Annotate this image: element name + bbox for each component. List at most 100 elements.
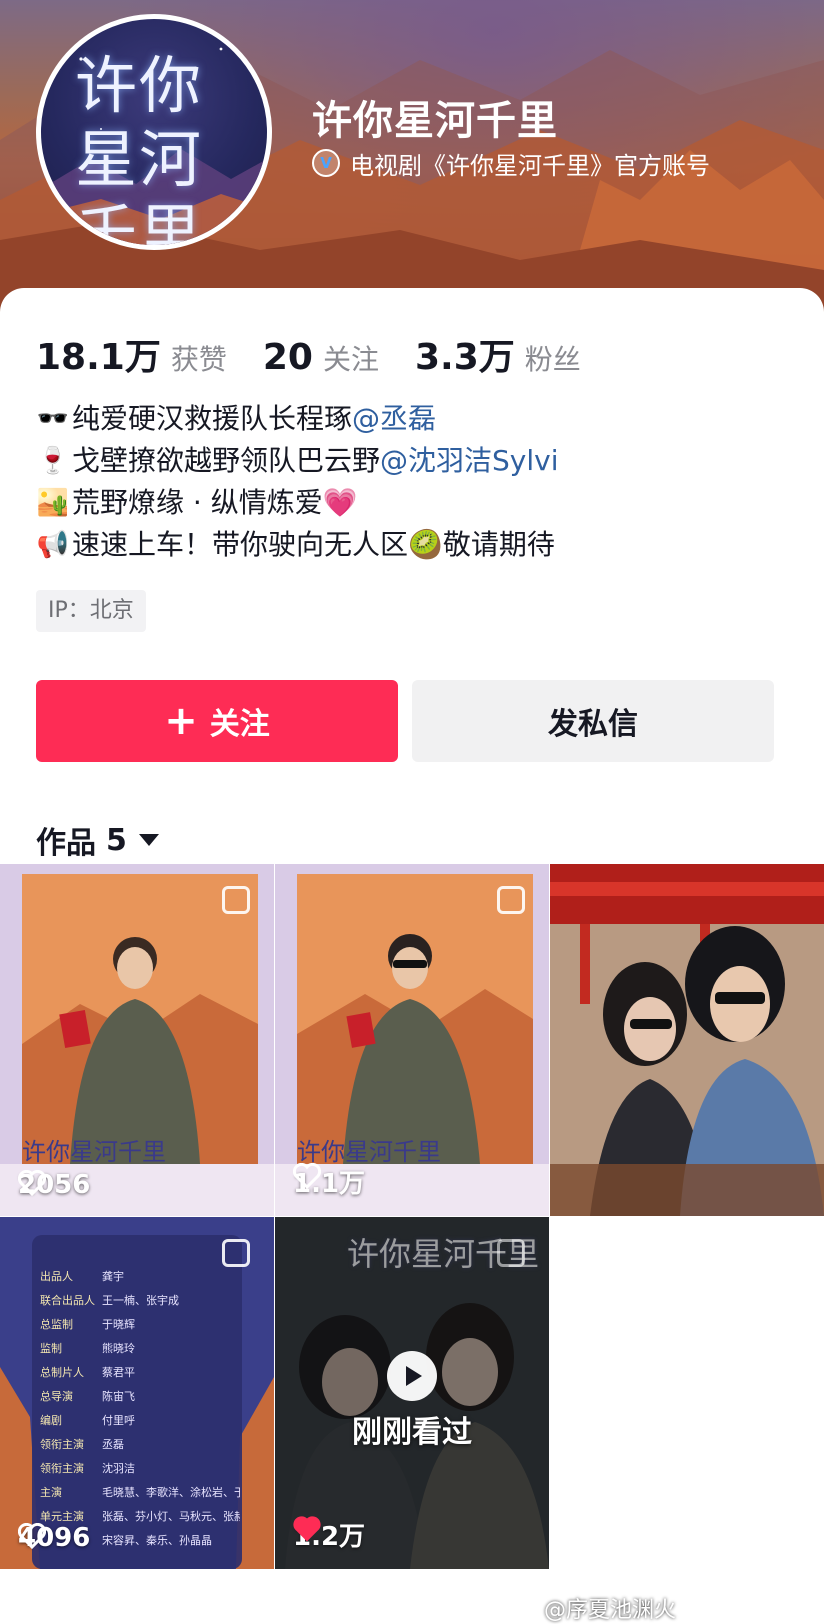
message-button[interactable]: 发私信 — [412, 680, 774, 762]
credit-role: 领衔主演 — [40, 1462, 84, 1475]
select-box-icon — [497, 886, 525, 914]
verified-badge-icon: V — [312, 149, 340, 177]
select-box-icon — [222, 886, 250, 914]
heart-icon — [293, 1516, 321, 1542]
video-tile[interactable] — [550, 864, 824, 1216]
credit-row: 联合出品人 王一楠、张宇成 — [40, 1289, 240, 1313]
video-tile[interactable]: 许你星河千里 2056 — [0, 864, 274, 1216]
credit-name: 沈羽洁 — [102, 1462, 135, 1475]
profile-header-banner: 许你星河千里 许你星河千里 V 电视剧《许你星河千里》官方账号 — [0, 0, 824, 320]
play-icon — [387, 1351, 437, 1401]
avatar[interactable]: 许你星河千里 — [36, 14, 272, 250]
megaphone-icon: 📢 — [36, 530, 70, 560]
mention-link[interactable]: @沈羽洁Sylvi — [380, 440, 558, 482]
video-tile[interactable]: 出品人 龚宇 联合出品人 王一楠、张宇成 总监制 于晓辉 监制 熊晓玲 总制片人 蔡君平 … — [0, 1217, 274, 1569]
bio: 🕶️ 纯爱硬汉救援队长程琢 @丞磊 🍷 戈壁撩欲越野领队巴云野 @沈羽洁Sylv… — [36, 398, 796, 566]
credit-role: 监制 — [40, 1342, 62, 1355]
bio-line: 🕶️ 纯爱硬汉救援队长程琢 @丞磊 — [36, 398, 796, 440]
credit-role: 主演 — [40, 1486, 62, 1499]
stats-row: 18.1万 获赞 20 关注 3.3万 粉丝 — [36, 328, 617, 380]
credit-row: 总导演 陈宙飞 — [40, 1385, 240, 1409]
video-tile[interactable]: 许你星河千里 1.1万 — [275, 864, 549, 1216]
credit-name: 丞磊 — [102, 1438, 124, 1451]
heart-icon — [18, 1523, 46, 1549]
credit-name: 张磊、芬小灯、马秋元、张赫 — [102, 1510, 240, 1523]
stat-label: 获赞 — [170, 343, 227, 376]
heart-emoji-icon: 💗 — [322, 486, 358, 519]
caret-down-icon — [138, 834, 159, 846]
account-name: 许你星河千里 — [312, 98, 558, 144]
ip-location-tag: IP：北京 — [36, 590, 146, 632]
credit-row: 编剧 付里呼 — [40, 1409, 240, 1433]
credit-name: 龚宇 — [102, 1270, 124, 1283]
stat-label: 关注 — [322, 343, 379, 376]
like-count: 1.1万 — [293, 1163, 365, 1200]
credit-role: 总导演 — [40, 1390, 73, 1403]
stat-likes[interactable]: 18.1万 获赞 — [36, 328, 227, 380]
credit-name: 熊晓玲 — [102, 1342, 135, 1355]
bio-line: 🏜️ 荒野燎缘 · 纵情炼爱 💗 — [36, 482, 796, 524]
video-tile[interactable]: 许你星河千里 刚刚看过 1.2万 — [275, 1217, 549, 1569]
sunglasses-icon: 🕶️ — [36, 404, 70, 434]
heart-icon — [293, 1163, 321, 1189]
credit-role: 总制片人 — [40, 1366, 84, 1379]
credit-name: 宋容昇、秦乐、孙晶晶 — [102, 1534, 212, 1547]
stat-followers[interactable]: 3.3万 粉丝 — [415, 328, 581, 380]
credit-role: 领衔主演 — [40, 1438, 84, 1451]
follow-button[interactable]: + 关注 — [36, 680, 398, 762]
like-count: 1.2万 — [293, 1516, 365, 1553]
poster-title: 许你星河千里 — [22, 1138, 166, 1166]
credit-row: 总制片人 蔡君平 — [40, 1361, 240, 1385]
stat-following[interactable]: 20 关注 — [263, 337, 379, 378]
stat-label: 粉丝 — [524, 343, 581, 376]
plus-icon: + — [164, 698, 198, 744]
credit-row: 总监制 于晓辉 — [40, 1313, 240, 1337]
weibo-watermark: @序夏池渊火 — [544, 1592, 676, 1624]
message-label: 发私信 — [548, 707, 638, 742]
credit-name: 蔡君平 — [102, 1366, 135, 1379]
poster-title: 许你星河千里 — [297, 1138, 441, 1166]
bio-line: 📢 速速上车！带你驶向无人区🥝敬请期待 — [36, 524, 796, 566]
credit-row: 主演 毛晓慧、李歌洋、涂松岩、于毅 — [40, 1481, 240, 1505]
verification-row: V 电视剧《许你星河千里》官方账号 — [312, 148, 710, 180]
bio-text: 纯爱硬汉救援队长程琢 — [72, 402, 353, 435]
credit-row: 领衔主演 丞磊 — [40, 1433, 240, 1457]
credit-name: 于晓辉 — [102, 1318, 135, 1331]
heart-icon — [18, 1170, 46, 1196]
stat-number: 18.1万 — [36, 337, 161, 378]
credit-row: 出品人 龚宇 — [40, 1265, 240, 1289]
verification-text: 电视剧《许你星河千里》官方账号 — [350, 151, 710, 180]
wine-glass-icon: 🍷 — [36, 446, 70, 476]
select-box-icon — [497, 1239, 525, 1267]
watermark-text: @序夏池渊火 — [544, 1598, 677, 1623]
avatar-logo-text: 许你星河千里 — [75, 49, 204, 250]
works-count: 5 — [106, 822, 127, 858]
recently-watched-label: 刚刚看过 — [352, 1415, 472, 1450]
works-tab[interactable]: 作品 5 — [36, 818, 159, 862]
like-count: 4096 — [18, 1523, 90, 1553]
credit-name: 付里呼 — [102, 1414, 135, 1427]
mention-link[interactable]: @丞磊 — [352, 398, 436, 440]
works-label: 作品 — [36, 826, 96, 861]
bio-text: 戈壁撩欲越野领队巴云野 — [72, 444, 381, 477]
follow-label: 关注 — [209, 707, 270, 742]
credits-list: 出品人 龚宇 联合出品人 王一楠、张宇成 总监制 于晓辉 监制 熊晓玲 总制片人 蔡君平 … — [40, 1265, 240, 1553]
car-scene-thumbnail — [550, 864, 824, 1216]
credit-row: 领衔主演 沈羽洁 — [40, 1457, 240, 1481]
credit-name: 陈宙飞 — [102, 1390, 135, 1403]
credit-role: 编剧 — [40, 1414, 62, 1427]
bio-text: 速速上车！带你驶向无人区🥝敬请期待 — [72, 528, 555, 561]
credit-row: 监制 熊晓玲 — [40, 1337, 240, 1361]
credit-name: 毛晓慧、李歌洋、涂松岩、于毅 — [102, 1486, 240, 1499]
credit-name: 王一楠、张宇成 — [102, 1294, 179, 1307]
credit-role: 出品人 — [40, 1270, 73, 1283]
credit-role: 总监制 — [40, 1318, 73, 1331]
like-count: 2056 — [18, 1170, 90, 1200]
stat-number: 3.3万 — [414, 337, 515, 378]
bio-text: 荒野燎缘 · 纵情炼爱 — [72, 486, 323, 519]
select-box-icon — [222, 1239, 250, 1267]
stat-number: 20 — [262, 337, 313, 378]
credit-role: 联合出品人 — [40, 1294, 95, 1307]
desert-icon: 🏜️ — [36, 488, 70, 518]
bio-line: 🍷 戈壁撩欲越野领队巴云野 @沈羽洁Sylvi — [36, 440, 796, 482]
